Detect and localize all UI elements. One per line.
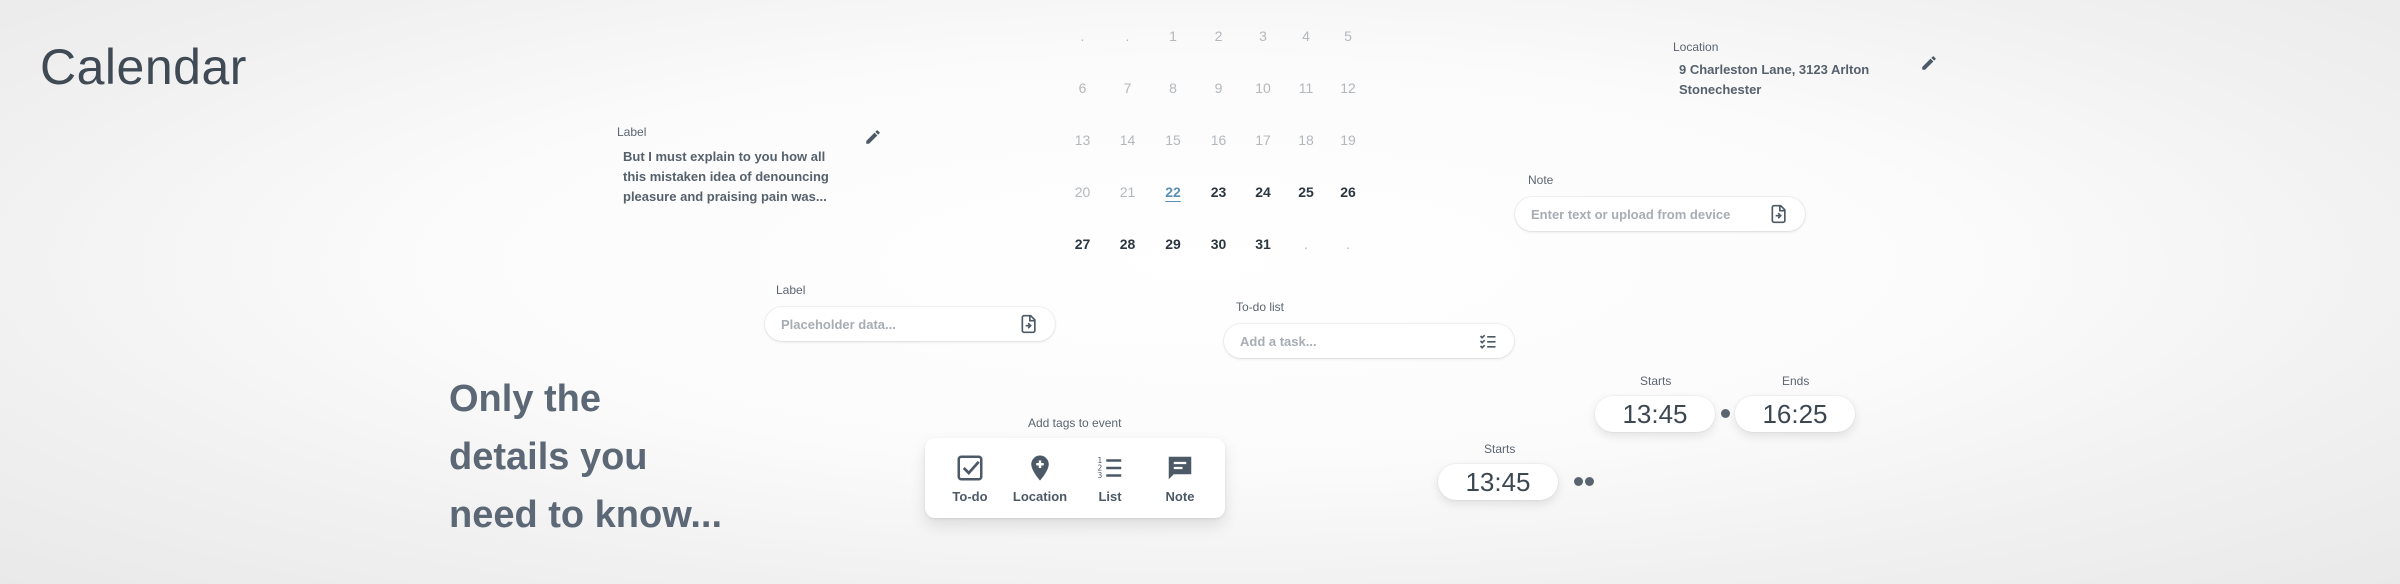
todo-placeholder: Add a task...: [1240, 333, 1317, 349]
calendar-day[interactable]: 8: [1150, 70, 1196, 122]
label-card-line-3: pleasure and praising pain was...: [623, 189, 827, 204]
range-ends-label: Ends: [1782, 374, 1810, 388]
todo-input-field[interactable]: Add a task...: [1224, 324, 1514, 358]
numbered-list-icon: 1 2 3: [1098, 456, 1122, 480]
more-dot-2[interactable]: [1585, 477, 1594, 486]
calendar-day[interactable]: 3: [1241, 18, 1285, 70]
calendar-day[interactable]: 25: [1285, 174, 1327, 226]
calendar-day[interactable]: 4: [1285, 18, 1327, 70]
checkbox-icon: [957, 455, 983, 480]
calendar-day[interactable]: 26: [1327, 174, 1369, 226]
calendar-day[interactable]: 11: [1285, 70, 1327, 122]
tag-todo[interactable]: To-do: [936, 453, 1004, 504]
tagline-line-1: Only the: [449, 378, 602, 420]
label-card-text: But I must explain to you how all this m…: [623, 147, 887, 207]
tag-list-label: List: [1098, 488, 1122, 504]
calendar-empty-day: .: [1080, 28, 1085, 44]
calendar-day[interactable]: 1: [1150, 18, 1196, 70]
tagline-line-3: need to know...: [449, 494, 723, 536]
label-input-label: Label: [776, 283, 806, 297]
calendar-day[interactable]: 28: [1105, 226, 1150, 278]
edit-location-icon[interactable]: [1920, 54, 1938, 72]
calendar-day[interactable]: 17: [1241, 122, 1285, 174]
calendar-day[interactable]: 10: [1241, 70, 1285, 122]
tag-location-label: Location: [1012, 488, 1068, 504]
location-card: Location 9 Charleston Lane, 3123 Arlton …: [1673, 40, 1933, 100]
location-line-1: 9 Charleston Lane, 3123 Arlton: [1679, 62, 1870, 77]
tagline: Only the details you need to know...: [449, 370, 722, 544]
upload-file-icon[interactable]: [1769, 204, 1789, 224]
calendar-day[interactable]: 21: [1105, 174, 1150, 226]
more-dot-1[interactable]: [1574, 477, 1583, 486]
calendar-day[interactable]: 2: [1196, 18, 1241, 70]
note-input-field[interactable]: Enter text or upload from device: [1515, 197, 1805, 231]
label-card-line-1: But I must explain to you how all: [623, 149, 826, 164]
calendar-empty-day: .: [1346, 236, 1350, 252]
tag-note[interactable]: Note: [1146, 453, 1214, 504]
tag-list[interactable]: 1 2 3 List: [1076, 453, 1144, 504]
range-start-time[interactable]: 13:45: [1595, 396, 1715, 432]
label-input-placeholder: Placeholder data...: [781, 316, 896, 332]
tag-location[interactable]: Location: [1006, 453, 1074, 504]
calendar-day[interactable]: 6: [1060, 70, 1105, 122]
tags-title: Add tags to event: [1028, 416, 1122, 430]
tag-todo-label: To-do: [952, 488, 988, 504]
location-label: Location: [1673, 40, 1719, 54]
tagline-line-2: details you: [449, 436, 648, 478]
range-end-time[interactable]: 16:25: [1735, 396, 1855, 432]
svg-text:3: 3: [1098, 471, 1103, 480]
calendar-empty-day: .: [1125, 28, 1130, 44]
calendar-day[interactable]: 12: [1327, 70, 1369, 122]
location-line-2: Stonechester: [1679, 82, 1762, 97]
label-card: Label But I must explain to you how all …: [617, 125, 887, 207]
tags-bar: To-do Location 1 2 3 List Note: [925, 438, 1225, 518]
note-label: Note: [1528, 173, 1554, 187]
location-pin-icon: [1031, 455, 1049, 480]
edit-label-icon[interactable]: [864, 128, 882, 146]
label-card-line-2: this mistaken idea of denouncing: [623, 169, 829, 184]
calendar-month-grid: .. 1 2 3 4 5 6 7 8 9 10 11 12 13 14 15 16 17 18 19 20 21 22 23 2…: [1060, 18, 1360, 278]
calendar-day[interactable]: 19: [1327, 122, 1369, 174]
calendar-day[interactable]: 29: [1150, 226, 1196, 278]
calendar-day[interactable]: 22: [1150, 174, 1196, 226]
calendar-empty-day: .: [1304, 236, 1308, 252]
upload-file-icon[interactable]: [1019, 314, 1039, 334]
label-input-field[interactable]: Placeholder data...: [765, 307, 1055, 341]
calendar-day[interactable]: 7: [1105, 70, 1150, 122]
tag-note-label: Note: [1165, 488, 1195, 504]
note-icon: [1168, 456, 1192, 479]
checklist-icon[interactable]: [1478, 331, 1498, 351]
calendar-day[interactable]: 31: [1241, 226, 1285, 278]
calendar-day[interactable]: 24: [1241, 174, 1285, 226]
calendar-day[interactable]: 5: [1327, 18, 1369, 70]
single-start-time[interactable]: 13:45: [1438, 464, 1558, 500]
calendar-day[interactable]: 15: [1150, 122, 1196, 174]
location-address: 9 Charleston Lane, 3123 Arlton Stoneches…: [1679, 60, 1933, 100]
calendar-day[interactable]: 20: [1060, 174, 1105, 226]
calendar-day[interactable]: 14: [1105, 122, 1150, 174]
calendar-day[interactable]: 13: [1060, 122, 1105, 174]
calendar-day[interactable]: 30: [1196, 226, 1241, 278]
single-starts-label: Starts: [1484, 442, 1516, 456]
calendar-day[interactable]: 16: [1196, 122, 1241, 174]
calendar-day[interactable]: 23: [1196, 174, 1241, 226]
range-separator-dot: [1721, 409, 1730, 418]
page-title: Calendar: [40, 39, 247, 95]
calendar-day[interactable]: 18: [1285, 122, 1327, 174]
calendar-day[interactable]: 27: [1060, 226, 1105, 278]
label-card-label: Label: [617, 125, 647, 139]
calendar-day[interactable]: 9: [1196, 70, 1241, 122]
note-placeholder: Enter text or upload from device: [1531, 206, 1731, 222]
todo-label: To-do list: [1236, 300, 1285, 314]
range-starts-label: Starts: [1640, 374, 1672, 388]
